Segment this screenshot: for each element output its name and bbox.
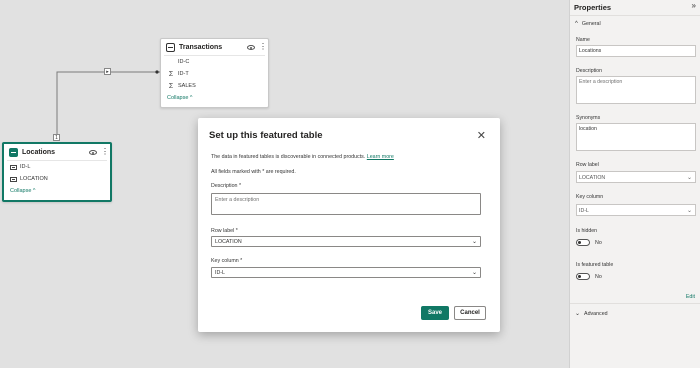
key-column-value: ID-L	[579, 208, 589, 214]
required-note: All fields marked with * are required.	[211, 169, 296, 175]
cancel-button[interactable]: Cancel	[454, 306, 486, 320]
general-label: General	[581, 21, 601, 27]
field-row[interactable]: Σ ID-T	[161, 68, 268, 80]
chevron-down-icon: ⌄	[575, 311, 581, 317]
row-label-value: LOCATION	[579, 175, 606, 181]
chevron-down-icon: ⌄	[471, 270, 477, 276]
learn-more-link[interactable]: Learn more	[367, 154, 394, 160]
row-label-label: Row label	[576, 162, 599, 168]
key-field-icon: ▬	[10, 176, 17, 182]
row-label-value: LOCATION	[215, 239, 242, 245]
table-card-title: Transactions	[179, 43, 223, 51]
dialog-title: Set up this featured table	[209, 130, 323, 141]
sigma-icon: Σ	[168, 82, 174, 90]
synonyms-input[interactable]: location	[576, 123, 696, 151]
collapse-link[interactable]: Collapse ^	[161, 92, 268, 104]
is-featured-toggle[interactable]	[576, 273, 590, 280]
chevron-down-icon: ⌄	[686, 208, 692, 214]
chevron-down-icon: ⌄	[471, 239, 477, 245]
description-label: Description *	[211, 183, 242, 189]
info-text: The data in featured tables is discovera…	[211, 154, 366, 160]
table-card-title: Locations	[22, 148, 56, 156]
row-label-label: Row label *	[211, 228, 238, 234]
table-card-transactions[interactable]: Transactions ⋮ ID-C Σ ID-T Σ SALES Colla…	[160, 38, 269, 108]
save-button[interactable]: Save	[421, 306, 449, 320]
field-row[interactable]: ▬ LOCATION	[4, 173, 110, 185]
advanced-section-header[interactable]: ⌄ Advanced	[575, 310, 608, 318]
properties-title: Properties	[574, 3, 612, 12]
is-hidden-label: Is hidden	[576, 228, 598, 234]
key-column-label: Key column *	[211, 258, 243, 264]
field-name: ID-L	[20, 164, 31, 170]
description-input[interactable]: Enter a description	[576, 76, 696, 104]
properties-panel: Properties » ^ General Name Locations De…	[569, 0, 700, 368]
advanced-label: Advanced	[584, 310, 608, 317]
divider	[570, 303, 700, 304]
more-options-icon[interactable]: ⋮	[101, 148, 109, 156]
featured-table-dialog: Set up this featured table ✕ The data in…	[198, 118, 500, 332]
field-name: ID-T	[178, 71, 189, 77]
eye-icon[interactable]	[89, 149, 97, 155]
field-row[interactable]: Σ SALES	[161, 80, 268, 92]
key-column-label: Key column	[576, 194, 604, 200]
description-input[interactable]: Enter a description	[211, 193, 481, 215]
dialog-info-text: The data in featured tables is discovera…	[211, 154, 394, 160]
key-column-select[interactable]: ID-L ⌄	[576, 204, 696, 216]
key-field-icon: ▬	[10, 164, 17, 170]
sigma-icon: Σ	[168, 70, 174, 78]
row-label-select[interactable]: LOCATION ⌄	[576, 171, 696, 183]
relationship-direction-badge: ▸	[104, 68, 111, 75]
field-name: SALES	[178, 83, 196, 89]
is-featured-label: Is featured table	[576, 262, 614, 268]
is-hidden-value: No	[595, 240, 602, 246]
is-featured-value: No	[595, 274, 602, 280]
description-label: Description	[576, 68, 602, 74]
table-icon	[9, 147, 18, 157]
name-label: Name	[576, 37, 590, 43]
chevron-down-icon: ⌄	[686, 175, 692, 181]
row-label-select[interactable]: LOCATION ⌄	[211, 236, 481, 247]
collapse-panel-icon[interactable]: »	[692, 1, 696, 10]
is-hidden-toggle[interactable]	[576, 239, 590, 246]
collapse-link[interactable]: Collapse ^	[4, 185, 110, 197]
field-row[interactable]: ▬ ID-L	[4, 161, 110, 173]
table-card-locations[interactable]: Locations ⋮ ▬ ID-L ▬ LOCATION Collapse ^	[2, 142, 112, 202]
key-column-select[interactable]: ID-L ⌄	[211, 267, 481, 278]
field-name: ID-C	[178, 59, 190, 65]
divider	[570, 15, 700, 16]
chevron-up-icon: ^	[575, 21, 578, 27]
name-input[interactable]: Locations	[576, 45, 696, 57]
edit-link[interactable]: Edit	[686, 294, 695, 300]
table-card-header: Locations ⋮	[4, 144, 110, 160]
relationship-one-badge: 1	[53, 134, 60, 141]
table-icon	[166, 42, 175, 52]
table-card-header: Transactions ⋮	[161, 39, 268, 55]
field-row[interactable]: ID-C	[161, 56, 268, 68]
key-column-value: ID-L	[215, 270, 226, 276]
close-icon[interactable]: ✕	[477, 129, 486, 142]
field-name: LOCATION	[20, 176, 48, 182]
general-section-header[interactable]: ^ General	[575, 21, 601, 27]
synonyms-label: Synonyms	[576, 115, 601, 121]
eye-icon[interactable]	[247, 44, 255, 50]
more-options-icon[interactable]: ⋮	[259, 43, 267, 51]
